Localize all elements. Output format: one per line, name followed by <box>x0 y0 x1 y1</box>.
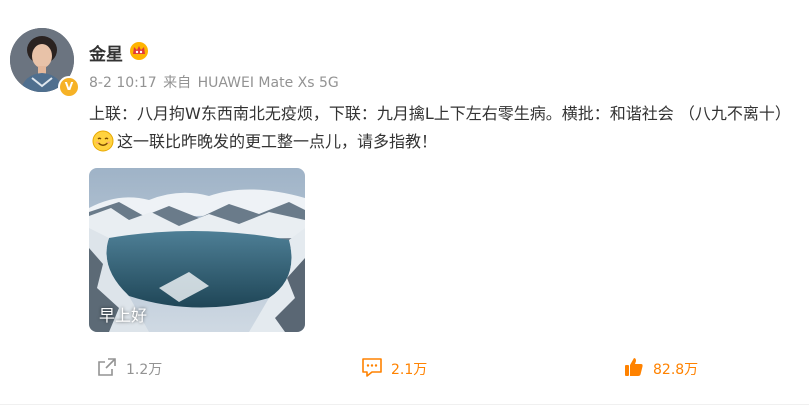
post-time[interactable]: 8-2 10:17 <box>89 75 157 91</box>
post-text-part2: 这一联比昨晚发的更工整一点儿，请多指教！ <box>117 132 438 151</box>
divider <box>0 404 809 405</box>
source-prefix: 来自 <box>163 75 192 91</box>
member-crown-icon[interactable] <box>129 41 149 61</box>
verified-badge-icon: V <box>58 76 80 98</box>
share-icon <box>96 356 118 382</box>
post-image[interactable]: 早上好 <box>89 168 305 332</box>
thumbs-up-icon <box>623 356 645 382</box>
post-text: 上联：八月拘W东西南北无疫烦，下联：九月擒L上下左右零生病。横批：和谐社会 （八… <box>89 100 791 156</box>
image-caption: 早上好 <box>99 306 148 325</box>
avatar-container[interactable]: V <box>10 28 80 98</box>
share-button[interactable]: 1.2万 <box>96 356 162 382</box>
post-meta: 8-2 10:17 来自 HUAWEI Mate Xs 5G <box>89 72 341 92</box>
share-count: 1.2万 <box>126 362 163 378</box>
source-device: HUAWEI Mate Xs 5G <box>197 75 339 91</box>
author-name[interactable]: 金星 <box>89 40 123 65</box>
comment-icon <box>361 356 383 382</box>
like-count: 82.8万 <box>653 362 699 378</box>
comment-count: 2.1万 <box>391 362 428 378</box>
comment-button[interactable]: 2.1万 <box>361 356 427 382</box>
post-text-part1: 上联：八月拘W东西南北无疫烦，下联：九月擒L上下左右零生病。横批：和谐社会 （八… <box>89 104 791 123</box>
like-button[interactable]: 82.8万 <box>623 356 698 382</box>
smile-emoji-icon <box>92 130 114 152</box>
